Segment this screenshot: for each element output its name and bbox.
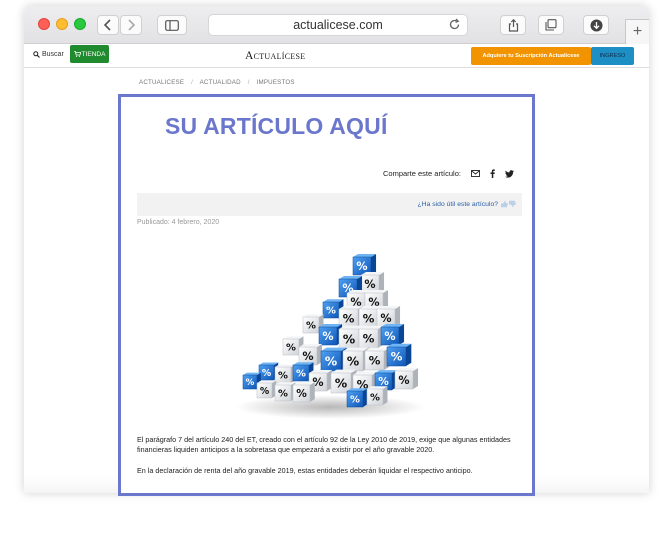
twitter-share-icon[interactable]	[504, 169, 514, 178]
search-icon	[33, 51, 40, 58]
sidebar-button[interactable]	[157, 15, 187, 35]
search-label: Buscar	[42, 51, 64, 58]
white-percent-cube: %	[256, 380, 277, 399]
svg-text:%: %	[391, 350, 403, 364]
chevron-left-icon	[103, 19, 111, 31]
breadcrumb-item[interactable]: IMPUESTOS	[257, 79, 295, 86]
browser-toolbar: actualicese.com +	[24, 6, 649, 44]
cube-pile: %%%%%%%%%%%%%%%%%%%%%%%%%%%%%%%%%%	[242, 253, 419, 408]
store-button[interactable]: TIENDA	[70, 45, 109, 63]
article-paragraph: En la declaración de renta del año grava…	[137, 466, 473, 475]
svg-text:%: %	[343, 331, 356, 346]
zoom-window-button[interactable]	[74, 18, 86, 30]
published-date: Publicado: 4 febrero, 2020	[137, 219, 220, 226]
white-percent-cube: %	[358, 325, 384, 349]
useful-feedback-link[interactable]: ¿Ha sido útil este artículo?	[418, 200, 516, 208]
address-bar[interactable]: actualicese.com	[208, 14, 468, 36]
share-page-button[interactable]	[500, 15, 526, 35]
plus-icon: +	[632, 23, 643, 40]
site-logo[interactable]: Actualícese	[245, 50, 306, 62]
thumbs-icon[interactable]	[500, 200, 516, 208]
svg-text:%: %	[325, 353, 338, 368]
feedback-bar: ¿Ha sido útil este artículo?	[137, 193, 522, 216]
svg-text:%: %	[296, 369, 306, 380]
cart-icon	[73, 51, 81, 57]
blue-percent-cube: %	[380, 323, 405, 346]
minimize-window-button[interactable]	[56, 18, 68, 30]
white-percent-cube: %	[394, 367, 419, 390]
svg-text:%: %	[246, 378, 255, 388]
svg-text:%: %	[262, 368, 272, 379]
download-icon	[590, 19, 602, 31]
white-percent-cube: %	[366, 386, 388, 406]
article-placeholder-frame: SU ARTÍCULO AQUÍ Comparte este artículo:…	[118, 94, 535, 496]
placeholder-title: SU ARTÍCULO AQUÍ	[165, 113, 388, 139]
svg-text:%: %	[260, 386, 270, 397]
tabs-overview-button[interactable]	[538, 15, 564, 35]
useful-label: ¿Ha sido útil este artículo?	[417, 200, 498, 208]
share-label: Comparte este artículo:	[383, 169, 461, 178]
percent-cubes-image: %%%%%%%%%%%%%%%%%%%%%%%%%%%%%%%%%%	[235, 253, 425, 419]
store-label: TIENDA	[81, 50, 106, 58]
white-percent-cube: %	[274, 382, 296, 402]
search-link[interactable]: Buscar	[33, 51, 64, 58]
blue-percent-cube: %	[318, 323, 343, 346]
breadcrumb-separator: /	[191, 79, 194, 86]
svg-text:%: %	[369, 354, 381, 368]
share-icon	[508, 18, 518, 32]
blue-percent-cube: %	[386, 343, 412, 367]
svg-text:%: %	[364, 278, 375, 291]
svg-text:%: %	[398, 374, 409, 387]
svg-text:%: %	[384, 330, 395, 343]
svg-text:%: %	[370, 393, 380, 404]
forward-button[interactable]	[120, 15, 142, 35]
subscribe-button[interactable]: Adquiere tu Suscripción Actualícese	[471, 47, 591, 65]
svg-text:%: %	[343, 312, 355, 326]
blue-percent-cube: %	[346, 388, 368, 408]
svg-text:%: %	[278, 371, 288, 382]
downloads-button[interactable]	[583, 15, 609, 35]
breadcrumb-item[interactable]: ACTUALICESE	[139, 79, 184, 86]
white-percent-cube: %	[292, 382, 315, 403]
svg-text:%: %	[286, 343, 296, 354]
svg-text:%: %	[363, 312, 375, 326]
white-percent-cube: %	[360, 271, 385, 294]
close-window-button[interactable]	[38, 18, 50, 30]
sidebar-icon	[165, 19, 179, 31]
svg-text:%: %	[350, 395, 360, 406]
tabs-icon	[545, 19, 557, 31]
svg-text:%: %	[296, 388, 307, 400]
reload-icon[interactable]	[448, 18, 461, 31]
svg-text:%: %	[363, 332, 375, 346]
login-button[interactable]: INGRESO	[591, 47, 634, 65]
svg-text:%: %	[347, 353, 360, 368]
svg-text:%: %	[356, 260, 367, 273]
email-share-icon[interactable]	[471, 170, 480, 177]
svg-text:%: %	[278, 389, 288, 400]
new-tab-button[interactable]: +	[625, 19, 649, 44]
white-percent-cube: %	[274, 364, 296, 384]
breadcrumb-separator: /	[247, 79, 250, 86]
chevron-right-icon	[128, 19, 136, 31]
breadcrumb-item[interactable]: ACTUALIDAD	[200, 79, 241, 86]
svg-text:%: %	[326, 306, 336, 317]
svg-text:%: %	[380, 312, 391, 325]
blue-percent-cube: %	[352, 253, 377, 276]
svg-text:%: %	[322, 330, 333, 343]
white-percent-cube: %	[376, 305, 401, 328]
back-button[interactable]	[97, 15, 119, 35]
white-percent-cube: %	[364, 347, 390, 371]
svg-text:%: %	[302, 350, 313, 363]
svg-text:%: %	[335, 375, 348, 390]
white-percent-cube: %	[298, 343, 323, 366]
url-text: actualicese.com	[293, 18, 383, 32]
site-header: Buscar TIENDA Actualícese Adquiere tu Su…	[24, 44, 649, 68]
facebook-share-icon[interactable]	[490, 169, 495, 178]
article-paragraph: El parágrafo 7 del artículo 240 del ET, …	[137, 435, 511, 454]
share-row: Comparte este artículo:	[383, 169, 514, 178]
breadcrumb: ACTUALICESE / ACTUALIDAD / IMPUESTOS	[139, 79, 295, 86]
svg-text:%: %	[306, 321, 316, 332]
